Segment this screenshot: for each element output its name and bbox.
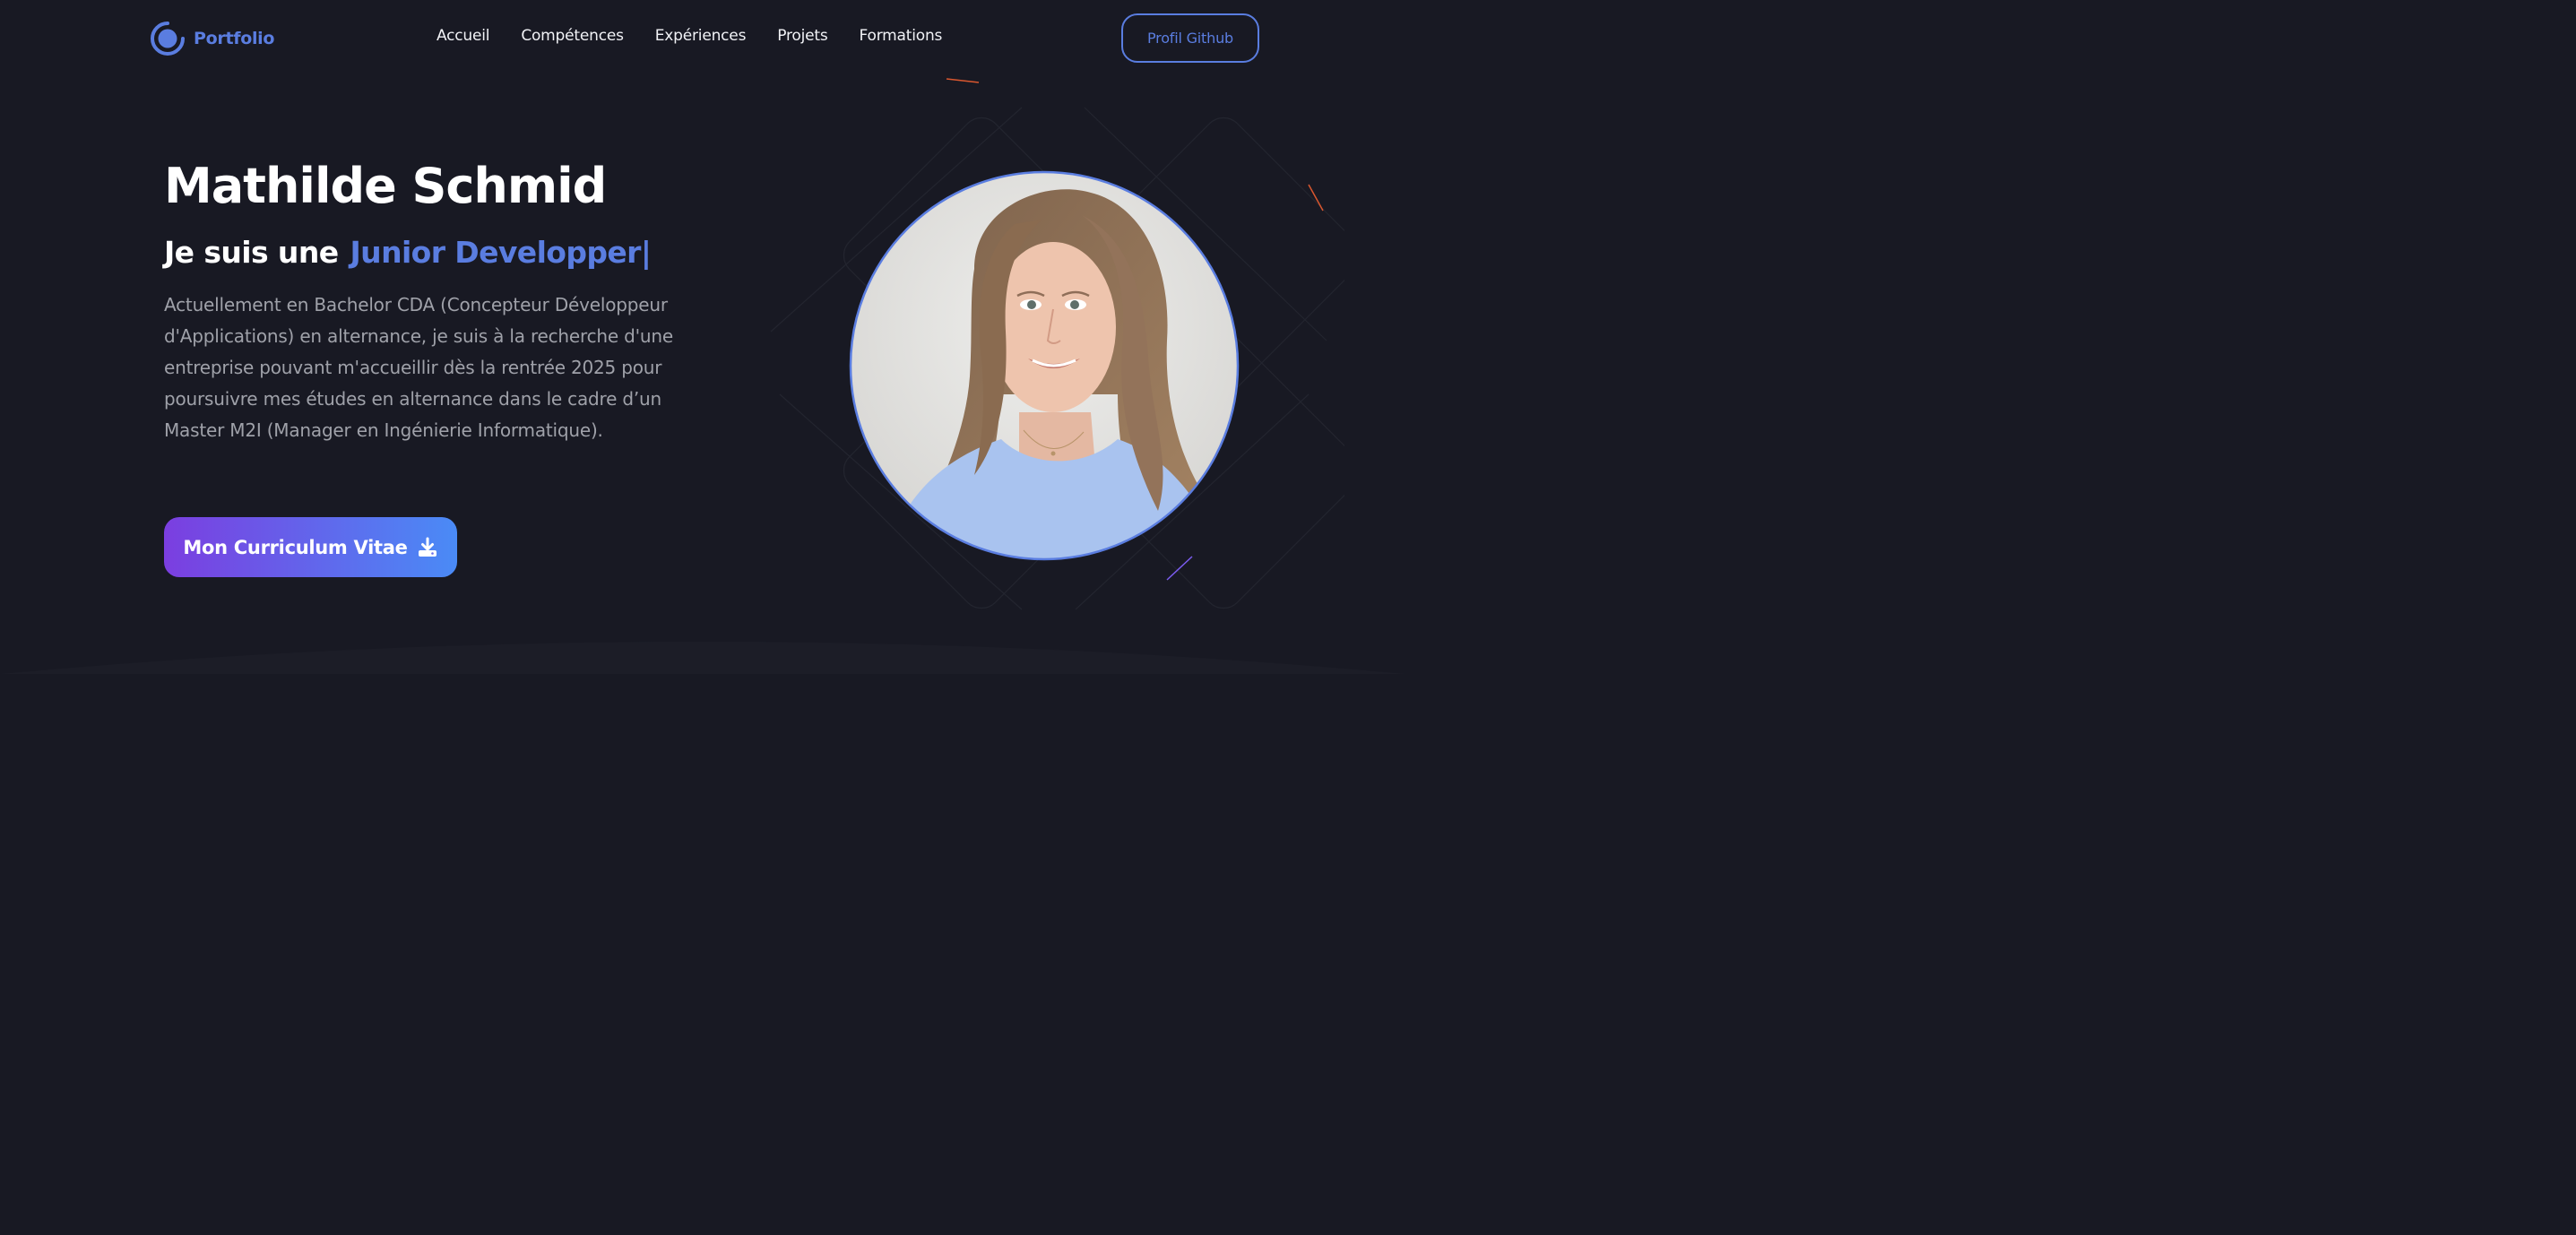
hero-description: Actuellement en Bachelor CDA (Concepteur… [164, 294, 673, 441]
main-nav: Accueil Compétences Expériences Projets … [437, 27, 942, 45]
github-profile-button[interactable]: Profil Github [1121, 13, 1259, 63]
brand-logo[interactable]: Portfolio [151, 22, 274, 56]
nav-link-competences[interactable]: Compétences [521, 27, 624, 45]
section-divider [0, 642, 1405, 674]
hero-name: Mathilde Schmid [164, 158, 607, 214]
logo-ring-icon [151, 22, 185, 56]
nav-link-experiences[interactable]: Expériences [655, 27, 747, 45]
hero-role: Je suis une Junior Developper| [164, 235, 652, 270]
portfolio-page: Portfolio Accueil Compétences Expérience… [0, 0, 1405, 674]
typing-cursor: | [640, 235, 652, 270]
role-typed: Junior Developper [350, 235, 642, 270]
profile-photo [849, 170, 1240, 561]
nav-link-formations[interactable]: Formations [860, 27, 943, 45]
nav-link-accueil[interactable]: Accueil [437, 27, 490, 45]
brand-name: Portfolio [194, 29, 275, 48]
nav-link-projets[interactable]: Projets [777, 27, 827, 45]
download-icon [418, 537, 437, 557]
role-prefix: Je suis une [164, 235, 339, 270]
role-typed-wrapper: Junior Developper| [350, 235, 652, 270]
cv-download-button[interactable]: Mon Curriculum Vitae [164, 517, 457, 577]
cv-button-label: Mon Curriculum Vitae [183, 536, 408, 558]
